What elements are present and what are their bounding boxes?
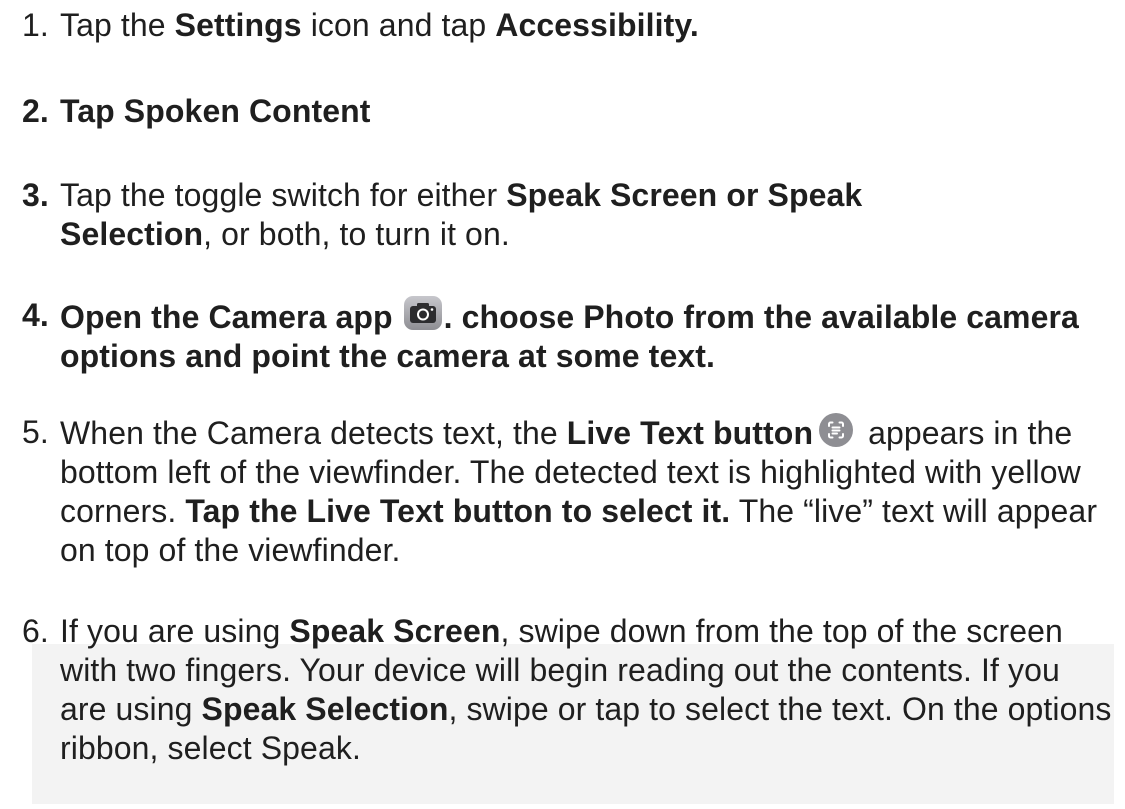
text-span: icon and tap xyxy=(301,7,496,43)
step-number: 1. xyxy=(22,7,49,43)
step-4: 4. Open the Camera app . choose Photo fr… xyxy=(22,296,1102,376)
step-text: Tap Spoken Content xyxy=(60,93,371,129)
text-span: , or both, to turn it on. xyxy=(203,216,510,252)
step-text: Tap the Settings icon and tap Accessibil… xyxy=(60,6,699,45)
speak-screen-label: Speak Screen xyxy=(289,613,501,649)
step-text: If you are using Speak Screen, swipe dow… xyxy=(60,612,1112,768)
step-6: 6. If you are using Speak Screen, swipe … xyxy=(22,612,1112,768)
step-number: 5. xyxy=(22,414,49,450)
accessibility-label: Accessibility. xyxy=(495,7,699,43)
step-5: 5. When the Camera detects text, the Liv… xyxy=(22,413,1112,570)
live-text-button-label: Live Text button xyxy=(566,415,814,451)
camera-app-icon xyxy=(403,296,442,330)
text-span: Tap the xyxy=(60,7,175,43)
speak-selection-label: Speak Selection xyxy=(201,691,449,727)
step-number: 3. xyxy=(22,177,49,213)
step-number: 4. xyxy=(22,297,49,333)
step-1: 1. Tap the Settings icon and tap Accessi… xyxy=(22,6,699,45)
step-number: 6. xyxy=(22,613,49,649)
step-2: 2. Tap Spoken Content xyxy=(22,92,371,131)
text-span: If you are using xyxy=(60,613,290,649)
step-3: 3. Tap the toggle switch for either Spea… xyxy=(22,176,1022,254)
tap-live-text-instruction: Tap the Live Text button to select it. xyxy=(185,493,731,529)
text-span: When the Camera detects text, the xyxy=(60,415,567,451)
step-number: 2. xyxy=(22,93,49,129)
text-span: Tap the toggle switch for either xyxy=(60,177,507,213)
live-text-icon xyxy=(819,413,854,447)
step-text: Tap the toggle switch for either Speak S… xyxy=(60,176,1022,254)
text-span: Open the Camera app xyxy=(60,299,402,335)
step-text: When the Camera detects text, the Live T… xyxy=(60,413,1112,570)
settings-label: Settings xyxy=(174,7,302,43)
step-text: Open the Camera app . choose Photo from … xyxy=(60,296,1102,376)
